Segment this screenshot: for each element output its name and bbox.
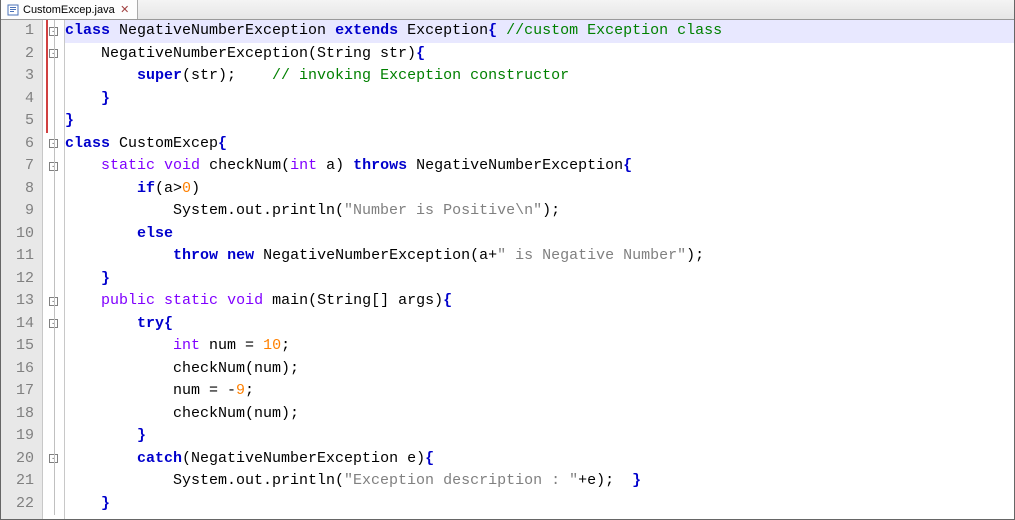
- fold-cell[interactable]: [43, 335, 64, 358]
- fold-cell[interactable]: -: [43, 155, 64, 178]
- fold-cell[interactable]: [43, 110, 64, 133]
- line-number: 19: [1, 425, 34, 448]
- code-line[interactable]: }: [65, 110, 1014, 133]
- code-line[interactable]: if(a>0): [65, 178, 1014, 201]
- code-line[interactable]: }: [65, 425, 1014, 448]
- line-number: 4: [1, 88, 34, 111]
- line-number: 14: [1, 313, 34, 336]
- line-number: 8: [1, 178, 34, 201]
- java-file-icon: [7, 4, 19, 16]
- line-number: 2: [1, 43, 34, 66]
- fold-cell[interactable]: [43, 470, 64, 493]
- code-line[interactable]: }: [65, 493, 1014, 516]
- line-number: 13: [1, 290, 34, 313]
- fold-cell[interactable]: [43, 245, 64, 268]
- line-number: 11: [1, 245, 34, 268]
- code-line[interactable]: System.out.println("Number is Positive\n…: [65, 200, 1014, 223]
- line-number: 12: [1, 268, 34, 291]
- code-line[interactable]: try{: [65, 313, 1014, 336]
- line-number: 5: [1, 110, 34, 133]
- code-line[interactable]: static void checkNum(int a) throws Negat…: [65, 155, 1014, 178]
- fold-cell[interactable]: [43, 380, 64, 403]
- fold-cell[interactable]: -: [43, 133, 64, 156]
- code-line[interactable]: NegativeNumberException(String str){: [65, 43, 1014, 66]
- code-line[interactable]: else: [65, 223, 1014, 246]
- code-line[interactable]: checkNum(num);: [65, 358, 1014, 381]
- code-editor[interactable]: 12345678910111213141516171819202122 ----…: [1, 20, 1014, 519]
- code-line[interactable]: throw new NegativeNumberException(a+" is…: [65, 245, 1014, 268]
- line-number: 16: [1, 358, 34, 381]
- line-number: 1: [1, 20, 34, 43]
- code-line[interactable]: super(str); // invoking Exception constr…: [65, 65, 1014, 88]
- code-line[interactable]: }: [65, 88, 1014, 111]
- line-number: 9: [1, 200, 34, 223]
- line-number: 20: [1, 448, 34, 471]
- line-number: 22: [1, 493, 34, 516]
- fold-cell[interactable]: [43, 200, 64, 223]
- line-number: 15: [1, 335, 34, 358]
- line-number: 17: [1, 380, 34, 403]
- line-number: 18: [1, 403, 34, 426]
- fold-cell[interactable]: -: [43, 43, 64, 66]
- line-number: 21: [1, 470, 34, 493]
- code-area[interactable]: class NegativeNumberException extends Ex…: [65, 20, 1014, 519]
- fold-cell[interactable]: [43, 493, 64, 516]
- line-number: 6: [1, 133, 34, 156]
- tab-bar: CustomExcep.java ✕: [1, 0, 1014, 20]
- code-line[interactable]: checkNum(num);: [65, 403, 1014, 426]
- fold-cell[interactable]: -: [43, 448, 64, 471]
- fold-cell[interactable]: [43, 403, 64, 426]
- line-number-gutter: 12345678910111213141516171819202122: [1, 20, 43, 519]
- fold-cell[interactable]: [43, 425, 64, 448]
- code-line[interactable]: num = -9;: [65, 380, 1014, 403]
- code-line[interactable]: int num = 10;: [65, 335, 1014, 358]
- code-line[interactable]: class CustomExcep{: [65, 133, 1014, 156]
- code-line[interactable]: class NegativeNumberException extends Ex…: [65, 20, 1014, 43]
- line-number: 10: [1, 223, 34, 246]
- code-line[interactable]: }: [65, 268, 1014, 291]
- fold-cell[interactable]: [43, 88, 64, 111]
- fold-cell[interactable]: [43, 223, 64, 246]
- line-number: 7: [1, 155, 34, 178]
- fold-cell[interactable]: [43, 268, 64, 291]
- file-tab[interactable]: CustomExcep.java ✕: [1, 0, 138, 19]
- tab-label: CustomExcep.java: [23, 4, 115, 16]
- fold-cell[interactable]: [43, 358, 64, 381]
- close-icon[interactable]: ✕: [119, 4, 131, 16]
- fold-cell[interactable]: -: [43, 20, 64, 43]
- fold-cell[interactable]: [43, 65, 64, 88]
- code-line[interactable]: public static void main(String[] args){: [65, 290, 1014, 313]
- fold-gutter[interactable]: -------: [43, 20, 65, 519]
- code-line[interactable]: System.out.println("Exception descriptio…: [65, 470, 1014, 493]
- fold-cell[interactable]: -: [43, 313, 64, 336]
- fold-cell[interactable]: -: [43, 290, 64, 313]
- code-line[interactable]: catch(NegativeNumberException e){: [65, 448, 1014, 471]
- fold-cell[interactable]: [43, 178, 64, 201]
- line-number: 3: [1, 65, 34, 88]
